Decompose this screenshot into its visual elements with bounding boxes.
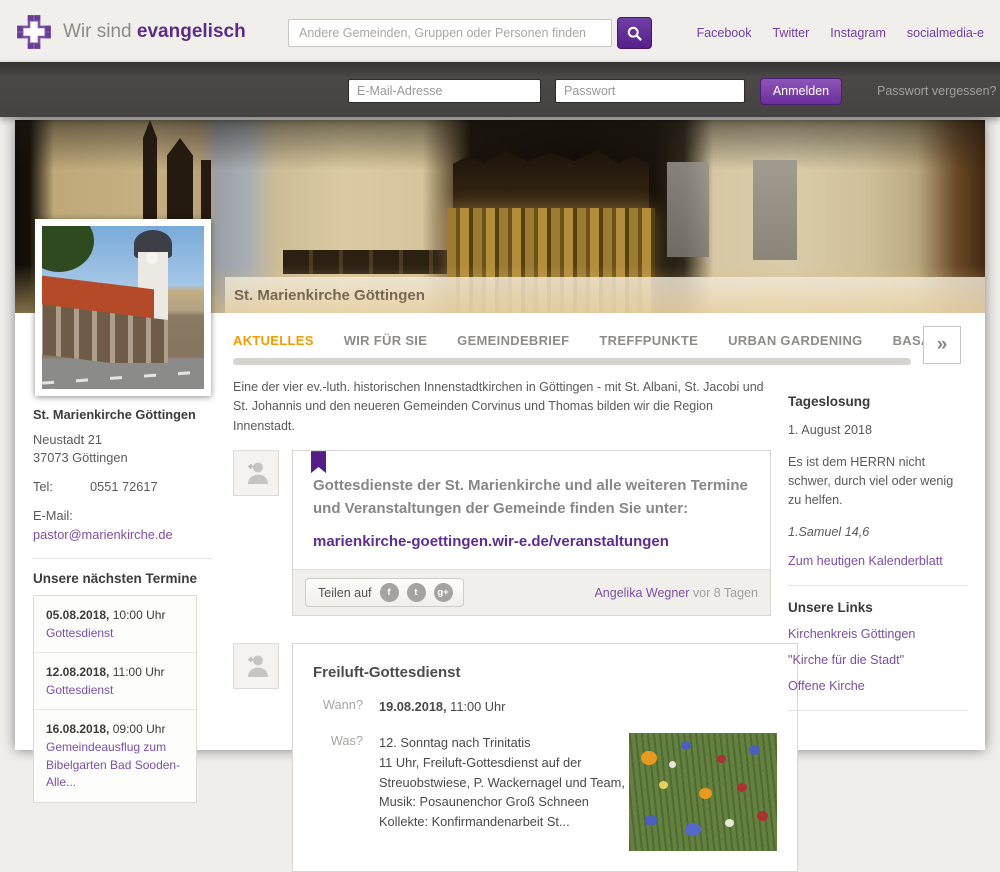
post: Gottesdienste der St. Marienkirche und a… xyxy=(233,450,771,616)
golden-altar-shape xyxy=(447,208,655,313)
tabs-scrollbar[interactable] xyxy=(233,358,911,365)
event-link[interactable]: Gottesdienst xyxy=(46,625,184,642)
profile-description: Eine der vier ev.-luth. historischen Inn… xyxy=(233,378,771,436)
social-links: Facebook Twitter Instagram socialmedia-e xyxy=(697,26,984,40)
event-post-card: Freiluft-Gottesdienst Wann? 19.08.2018, … xyxy=(292,643,798,872)
tab-gemeindebrief[interactable]: GEMEINDEBRIEF xyxy=(457,333,569,348)
tageslosung-verse: Es ist dem HERRN nicht schwer, durch vie… xyxy=(788,453,968,510)
tab-aktuelles[interactable]: AKTUELLES xyxy=(233,333,314,348)
share-button[interactable]: Teilen auf f t g+ xyxy=(305,578,464,607)
more-tabs-button[interactable]: » xyxy=(923,326,961,364)
main-container: St. Marienkirche Göttingen AKTUELLES WIR… xyxy=(15,120,985,750)
page-title-bar: St. Marienkirche Göttingen xyxy=(225,277,985,313)
post-timestamp: vor 8 Tagen xyxy=(689,586,758,600)
termine-list: 05.08.2018, 10:00 Uhr Gottesdienst 12.08… xyxy=(33,595,197,803)
hero-panel-shapes xyxy=(283,250,463,274)
cross-logo-icon xyxy=(15,13,53,51)
email-field[interactable] xyxy=(348,79,541,103)
contact-street: Neustadt 21 xyxy=(33,431,212,449)
event-link[interactable]: Gemeindeausflug zum Bibelgarten Bad Sood… xyxy=(46,739,184,791)
tree-shape xyxy=(42,226,94,272)
altar-canopy-shape xyxy=(453,150,649,212)
avatar xyxy=(233,643,279,689)
event-title: Freiluft-Gottesdienst xyxy=(313,664,777,681)
wall-panel-shape xyxy=(667,162,709,257)
contact-email-link[interactable]: pastor@marienkirche.de xyxy=(33,527,173,542)
links-heading: Unsere Links xyxy=(788,600,968,615)
tageslosung-reference: 1.Samuel 14,6 xyxy=(788,523,968,542)
post-card: Gottesdienste der St. Marienkirche und a… xyxy=(292,450,771,616)
instagram-link[interactable]: Instagram xyxy=(830,26,886,40)
profile-photo xyxy=(35,219,211,396)
left-sidebar: St. Marienkirche Göttingen Neustadt 21 3… xyxy=(33,407,212,803)
header-search xyxy=(288,17,652,49)
kirche-stadt-link[interactable]: "Kirche für die Stadt" xyxy=(788,653,968,667)
tab-wir-fuer-sie[interactable]: WIR FÜR SIE xyxy=(344,333,427,348)
socialmedia-e-link[interactable]: socialmedia-e xyxy=(907,26,984,40)
brand[interactable]: Wir sind evangelisch xyxy=(15,13,246,51)
tel-value: 0551 72617 xyxy=(90,478,158,496)
tab-bar: AKTUELLES WIR FÜR SIE GEMEINDEBRIEF TREF… xyxy=(233,333,940,348)
search-button[interactable] xyxy=(617,17,652,49)
top-header: Wir sind evangelisch Facebook Twitter In… xyxy=(0,0,1000,62)
person-add-icon xyxy=(240,650,272,682)
kirchenkreis-link[interactable]: Kirchenkreis Göttingen xyxy=(788,627,968,641)
email-label: E-Mail: xyxy=(33,507,212,525)
divider xyxy=(33,558,212,559)
tageslosung-heading: Tageslosung xyxy=(788,394,968,409)
twitter-link[interactable]: Twitter xyxy=(772,26,809,40)
kalenderblatt-link[interactable]: Zum heutigen Kalenderblatt xyxy=(788,554,968,568)
tab-urban-gardening[interactable]: URBAN GARDENING xyxy=(728,333,863,348)
event-when-row: Wann? 19.08.2018, 11:00 Uhr xyxy=(313,697,777,717)
post-footer: Teilen auf f t g+ Angelika Wegner vor 8 … xyxy=(293,569,770,615)
password-field[interactable] xyxy=(555,79,745,103)
when-label: Wann? xyxy=(313,697,363,717)
contact-name: St. Marienkirche Göttingen xyxy=(33,407,212,422)
person-add-icon xyxy=(240,457,272,489)
contact-city: 37073 Göttingen xyxy=(33,449,212,467)
termine-item: 05.08.2018, 10:00 Uhr Gottesdienst xyxy=(34,596,196,653)
divider xyxy=(788,710,968,711)
post-title: Gottesdienste der St. Marienkirche und a… xyxy=(313,475,750,520)
search-icon xyxy=(626,25,643,42)
what-label: Was? xyxy=(313,733,363,851)
login-button[interactable]: Anmelden xyxy=(760,78,842,105)
googleplus-share-icon[interactable]: g+ xyxy=(434,583,453,602)
post-link[interactable]: marienkirche-goettingen.wir-e.de/veranst… xyxy=(313,533,669,550)
event-link[interactable]: Gottesdienst xyxy=(46,682,184,699)
termine-item: 12.08.2018, 11:00 Uhr Gottesdienst xyxy=(34,653,196,710)
termine-heading: Unsere nächsten Termine xyxy=(33,571,212,586)
wall-panel-shape xyxy=(753,160,797,260)
divider xyxy=(788,585,968,586)
facebook-share-icon[interactable]: f xyxy=(380,583,399,602)
tab-treffpunkte[interactable]: TREFFPUNKTE xyxy=(599,333,698,348)
offene-kirche-link[interactable]: Offene Kirche xyxy=(788,679,968,693)
search-input[interactable] xyxy=(288,19,612,47)
tageslosung-date: 1. August 2018 xyxy=(788,421,968,440)
forgot-password-link[interactable]: Passwort vergessen? xyxy=(877,84,997,98)
avatar xyxy=(233,450,279,496)
event-what-row: Was? 12. Sonntag nach Trinitatis 11 Uhr,… xyxy=(313,733,777,851)
feed: Eine der vier ev.-luth. historischen Inn… xyxy=(233,378,771,872)
page-title: St. Marienkirche Göttingen xyxy=(234,287,425,304)
post-meta: Angelika Wegner vor 8 Tagen xyxy=(594,586,758,600)
facebook-link[interactable]: Facebook xyxy=(697,26,752,40)
tel-label: Tel: xyxy=(33,478,90,496)
flower-meadow-image xyxy=(629,733,777,851)
twitter-share-icon[interactable]: t xyxy=(407,583,426,602)
post: Freiluft-Gottesdienst Wann? 19.08.2018, … xyxy=(233,643,771,872)
termine-item: 16.08.2018, 09:00 Uhr Gemeindeausflug zu… xyxy=(34,710,196,801)
chevron-double-right-icon: » xyxy=(937,334,948,356)
author-link[interactable]: Angelika Wegner xyxy=(594,586,689,600)
login-bar: Anmelden Passwort vergessen? xyxy=(0,62,1000,117)
event-details: 12. Sonntag nach Trinitatis 11 Uhr, Frei… xyxy=(379,733,629,851)
church-photo xyxy=(42,226,204,389)
right-sidebar: Tageslosung 1. August 2018 Es ist dem HE… xyxy=(788,394,968,725)
brand-text: Wir sind evangelisch xyxy=(63,21,246,43)
tower-clock-shape xyxy=(146,252,158,264)
